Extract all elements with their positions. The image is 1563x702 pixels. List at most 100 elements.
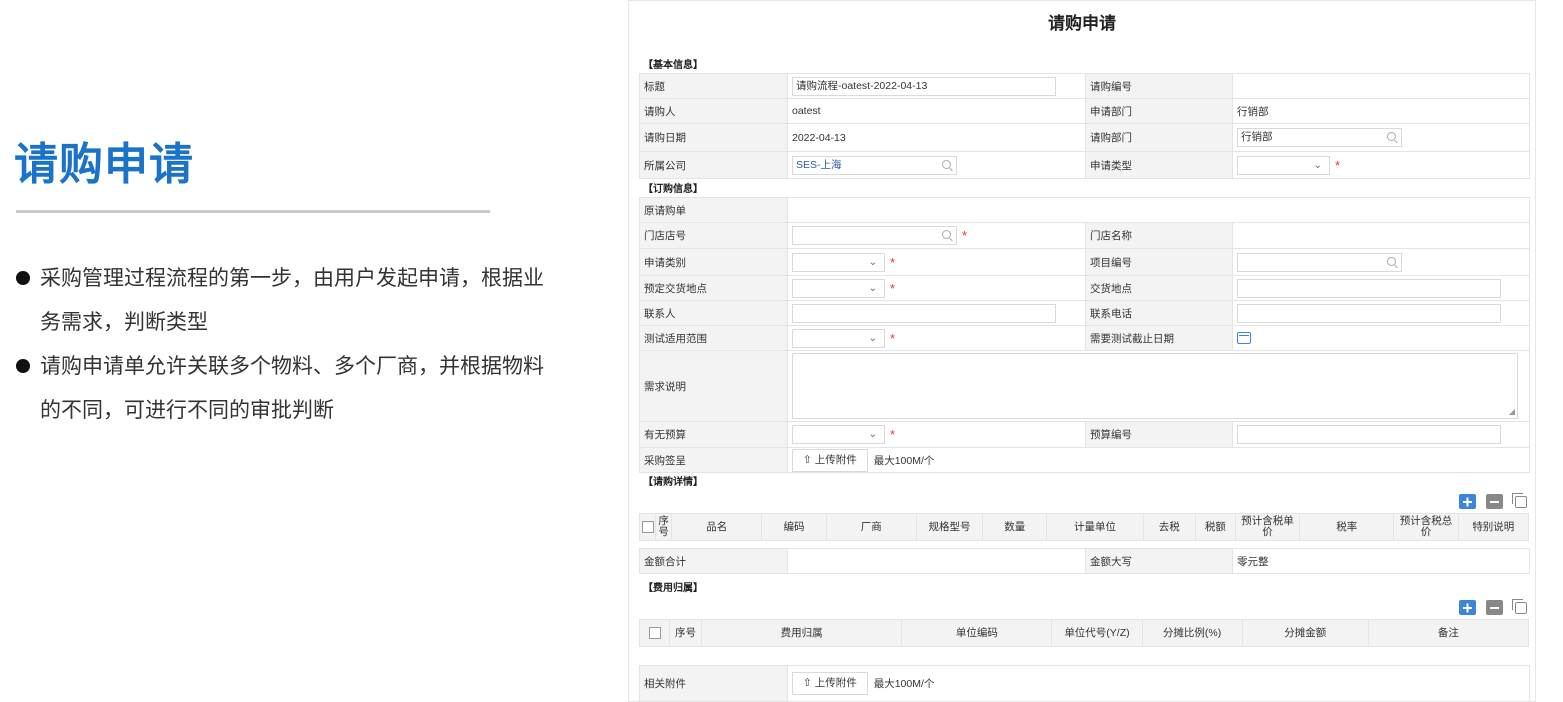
cost-col-header: 备注: [1367, 619, 1530, 647]
detail-col-header: 编码: [761, 513, 827, 541]
cost-col-header: 序号: [669, 619, 703, 647]
request-dept-input[interactable]: 行销部: [1237, 128, 1402, 147]
detail-table-header: 序号 品名 编码 厂商 规格型号 数量 计量单位 去税 税额 预计含税单价 税率…: [638, 513, 1530, 541]
detail-col-header: 规格型号: [915, 513, 984, 541]
test-deadline-label: 需要测试截止日期: [1085, 325, 1233, 351]
select-all-checkbox[interactable]: [638, 619, 671, 647]
company-input[interactable]: SES-上海: [792, 155, 957, 175]
request-category-select[interactable]: ⌄: [792, 252, 885, 272]
bullet-text: 请购申请单允许关联多个物料、多个厂商，并根据物料的不同，可进行不同的审批判断: [40, 354, 544, 422]
budget-label: 有无预算: [639, 421, 788, 448]
bullet-dot-icon: [16, 359, 30, 373]
applicant-dept-value[interactable]: 行销部: [1232, 98, 1530, 124]
order-info-table: 原请购单 门店店号 * 门店名称 申请类别 ⌄ * 项目编号 预定交货地点 ⌄ * …: [639, 197, 1530, 473]
add-icon[interactable]: [1459, 600, 1476, 615]
store-name-label: 门店名称: [1085, 222, 1233, 249]
upload-hint: 最大100M/个: [873, 678, 935, 690]
detail-col-header: 特别说明: [1457, 513, 1530, 541]
request-category-label: 申请类别: [639, 248, 788, 276]
search-icon[interactable]: [1387, 256, 1396, 266]
description-textarea[interactable]: ◢: [792, 353, 1518, 419]
detail-col-header: 数量: [982, 513, 1048, 541]
bullet-dot-icon: [16, 271, 30, 285]
chevron-down-icon: ⌄: [868, 429, 877, 440]
chevron-down-icon: ⌄: [868, 256, 877, 268]
phone-label: 联系电话: [1085, 300, 1233, 326]
original-request-value[interactable]: [787, 197, 1530, 223]
chevron-down-icon: ⌄: [868, 282, 877, 294]
cost-table-header: 序号 费用归属 单位编码 单位代号(Y/Z) 分摊比例(%) 分摊金额 备注: [638, 619, 1530, 647]
request-date-value: 2022-04-13: [787, 123, 1086, 152]
store-number-label: 门店店号: [639, 222, 788, 249]
cost-toolbar: [1459, 599, 1527, 615]
upload-button[interactable]: ⇧ 上传附件: [792, 448, 868, 472]
remove-icon[interactable]: [1486, 494, 1503, 509]
cost-col-header: 单位代号(Y/Z): [1051, 619, 1143, 647]
attachment-table: 相关附件 ⇧ 上传附件 最大100M/个: [639, 665, 1530, 702]
planned-delivery-label: 预定交货地点: [639, 275, 788, 301]
cost-col-header: 分摊金额: [1241, 619, 1369, 647]
required-icon: *: [962, 228, 968, 243]
project-number-input[interactable]: [1237, 252, 1402, 272]
total-caps-value: 零元整: [1232, 548, 1530, 574]
description-label: 需求说明: [639, 350, 788, 422]
requester-label: 请购人: [639, 98, 788, 124]
required-icon: *: [890, 280, 896, 296]
divider: [16, 210, 490, 213]
cost-col-header: 单位编码: [901, 619, 1053, 647]
total-amount-value: [787, 548, 1086, 574]
detail-col-header: 去税: [1142, 513, 1196, 541]
search-icon[interactable]: [942, 159, 951, 169]
search-icon[interactable]: [942, 230, 951, 239]
request-dept-label: 请购部门: [1085, 123, 1233, 152]
chevron-down-icon: ⌄: [868, 332, 877, 344]
detail-col-header: 预计含税总价: [1393, 513, 1459, 541]
detail-toolbar: [1459, 493, 1527, 509]
copy-icon[interactable]: [1512, 493, 1527, 508]
request-type-select[interactable]: ⌄: [1237, 155, 1330, 175]
budget-number-label: 预算编号: [1085, 421, 1233, 448]
request-number-value: [1232, 73, 1530, 99]
test-scope-label: 测试适用范围: [639, 325, 788, 351]
total-caps-label: 金额大写: [1085, 548, 1233, 574]
remove-icon[interactable]: [1486, 600, 1503, 615]
add-icon[interactable]: [1459, 494, 1476, 509]
request-date-label: 请购日期: [639, 123, 788, 152]
test-scope-select[interactable]: ⌄: [792, 328, 885, 348]
store-number-input[interactable]: [792, 226, 957, 245]
purchase-request-form: 请购申请 【基本信息】 标题 请购流程-oatest-2022-04-13 请购…: [628, 0, 1536, 702]
requester-value[interactable]: oatest: [787, 98, 1086, 124]
attachment-label: 相关附件: [639, 665, 788, 702]
budget-number-input[interactable]: [1237, 425, 1501, 444]
contact-input[interactable]: [792, 303, 1056, 323]
bullet-item: 采购管理过程流程的第一步，由用户发起申请，根据业务需求，判断类型: [14, 256, 554, 344]
copy-icon[interactable]: [1512, 599, 1527, 614]
upload-button[interactable]: ⇧ 上传附件: [792, 672, 868, 695]
bullet-item: 请购申请单允许关联多个物料、多个厂商，并根据物料的不同，可进行不同的审批判断: [14, 344, 554, 432]
resize-grip-icon[interactable]: ◢: [1509, 408, 1515, 416]
detail-col-header: 预计含税单价: [1234, 513, 1301, 541]
required-icon: *: [890, 330, 896, 346]
form-title: 请购申请: [1048, 14, 1116, 33]
required-icon: *: [1335, 157, 1341, 173]
search-icon[interactable]: [1387, 132, 1396, 141]
calendar-icon[interactable]: [1237, 332, 1251, 345]
bullet-text: 采购管理过程流程的第一步，由用户发起申请，根据业务需求，判断类型: [40, 266, 544, 334]
title-label: 标题: [639, 73, 788, 99]
cost-col-header: 分摊比例(%): [1141, 619, 1243, 647]
cost-col-header: 费用归属: [701, 619, 903, 647]
chevron-down-icon: ⌄: [1313, 159, 1322, 171]
company-label: 所属公司: [639, 151, 788, 179]
select-all-checkbox[interactable]: [638, 513, 657, 541]
request-number-label: 请购编号: [1085, 73, 1233, 99]
upload-button-label: 上传附件: [814, 453, 857, 466]
budget-select[interactable]: ⌄: [792, 425, 885, 444]
request-dept-value: 行销部: [1241, 131, 1273, 143]
detail-col-header: 税率: [1299, 513, 1395, 541]
planned-delivery-select[interactable]: ⌄: [792, 278, 885, 298]
upload-icon: ⇧: [803, 453, 815, 466]
title-input[interactable]: 请购流程-oatest-2022-04-13: [792, 76, 1056, 96]
delivery-location-input[interactable]: [1237, 278, 1501, 298]
phone-input[interactable]: [1237, 303, 1501, 323]
purchase-sign-label: 采购签呈: [639, 447, 788, 473]
